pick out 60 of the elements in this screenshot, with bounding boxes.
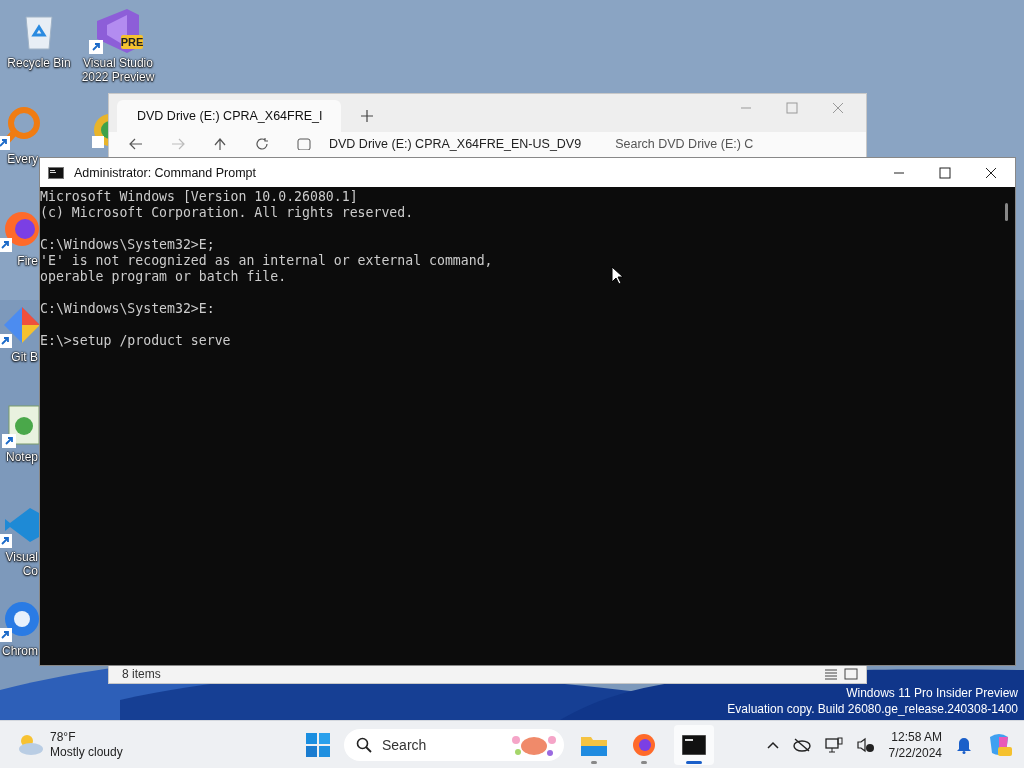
terminal-icon [682, 734, 706, 755]
shortcut-arrow-icon [0, 238, 12, 252]
new-tab-icon[interactable] [361, 110, 373, 122]
fox-globe-icon [632, 732, 656, 757]
icon-label: Visual Studio [83, 56, 153, 70]
code-editor-icon[interactable] [2, 505, 42, 545]
start-icon[interactable] [306, 732, 330, 757]
taskbar-app[interactable] [674, 724, 714, 765]
shortcut-arrow-icon [89, 40, 103, 54]
tiles-view-icon[interactable] [844, 668, 858, 680]
maximize-icon[interactable] [939, 166, 951, 179]
console-line: operable program or batch file. [40, 269, 287, 285]
temperature: 78°F [50, 729, 77, 745]
shortcut-arrow-icon [0, 628, 12, 642]
console-line: E:\>setup /product serve [40, 333, 231, 349]
back-arrow-icon[interactable] [129, 138, 143, 150]
search-box[interactable]: Search [344, 728, 564, 761]
shortcut-arrow-icon [0, 534, 12, 548]
muted-speaker-icon[interactable] [856, 736, 875, 753]
shortcut-arrow-icon [0, 334, 12, 348]
close-icon[interactable] [985, 166, 997, 179]
cursor-icon [611, 266, 623, 285]
cloud-off-icon[interactable] [792, 737, 811, 752]
shortcut-arrow-icon [2, 434, 16, 448]
shortcut-arrow-icon [0, 136, 10, 150]
clock-time[interactable]: 12:58 AM [891, 728, 942, 745]
weather-condition: Mostly cloudy [50, 744, 123, 760]
search-field[interactable]: Search DVD Drive (E:) C [615, 137, 754, 151]
icon-label: 2022 Preview [81, 70, 155, 84]
console-line: C:\Windows\System32>E; [40, 237, 215, 253]
browser-icon[interactable] [2, 599, 42, 639]
console-line: 'E' is not recognized as an internal or external command, [40, 253, 493, 269]
notepad-icon[interactable] [6, 404, 42, 446]
chevron-up-icon[interactable] [766, 740, 779, 749]
icon-label: Every [7, 152, 38, 166]
up-arrow-icon[interactable] [213, 138, 227, 150]
item-count: 8 items [122, 667, 161, 681]
icon-label: Git B [11, 350, 38, 364]
watermark-text: Evaluation copy. Build 26080.ge_release.240308-1400 [727, 701, 1018, 717]
icon-label: Recycle Bin [7, 56, 71, 70]
console-icon [48, 166, 64, 179]
icon-label: Fire [17, 254, 38, 268]
network-icon[interactable] [824, 736, 843, 753]
icon-label: Chrom [2, 644, 38, 658]
console-line: Microsoft Windows [Version 10.0.26080.1] [40, 189, 358, 205]
browser-tab[interactable]: DVD Drive (E:) CPRA_X64FRE_I [117, 100, 341, 132]
watermark-text: Windows 11 Pro Insider Preview [846, 685, 1018, 701]
address-path[interactable]: DVD Drive (E:) CPRA_X64FRE_EN-US_DV9 [329, 137, 582, 151]
search-icon [356, 736, 372, 753]
fox-globe-icon[interactable] [2, 209, 42, 249]
monitor-icon [297, 138, 311, 150]
icon-label: Notep [5, 450, 38, 464]
refresh-icon[interactable] [255, 138, 269, 150]
window-title: Administrator: Command Prompt [74, 165, 256, 180]
bell-icon[interactable] [956, 735, 972, 754]
icon-label: Co [22, 564, 38, 578]
icon-label: Visual [5, 550, 38, 564]
clock-date[interactable]: 7/22/2024 [888, 744, 942, 761]
console-line: C:\Windows\System32>E: [40, 301, 215, 317]
console-line: (c) Microsoft Corporation. All rights reserved. [40, 205, 414, 221]
